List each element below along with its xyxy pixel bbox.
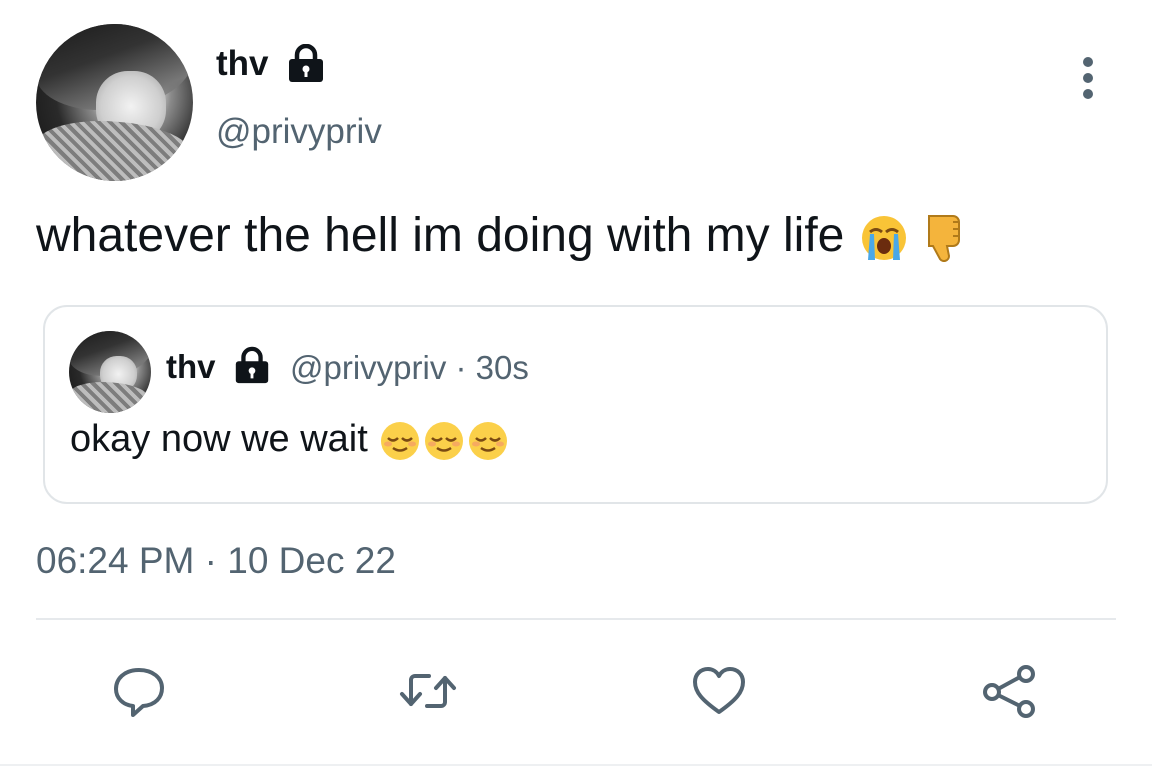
quoted-author-name: thv: [166, 348, 216, 385]
heart-icon: [693, 667, 745, 714]
quoted-tweet-text: okay now we wait: [70, 418, 510, 463]
thumbs-down-emoji-icon: [928, 215, 961, 263]
share-button[interactable]: [978, 660, 1040, 722]
relieved-face-emoji-icon: [425, 421, 464, 460]
relieved-face-emoji-icon: [381, 421, 420, 460]
quoted-tweet-card[interactable]: [43, 305, 1108, 504]
lock-icon: [289, 44, 323, 82]
reply-icon: [114, 668, 164, 717]
relieved-face-emoji-icon: [469, 421, 508, 460]
tweet-text-content: whatever the hell im doing with my life: [36, 209, 845, 262]
author-handle[interactable]: @privypriv: [216, 112, 382, 152]
bottom-divider: [0, 764, 1152, 766]
loudly-crying-face-emoji-icon: [861, 216, 906, 261]
retweet-icon: [400, 674, 456, 708]
retweet-button[interactable]: [397, 660, 459, 722]
reply-button[interactable]: [108, 660, 170, 722]
divider: [36, 618, 1116, 620]
like-button[interactable]: [688, 660, 750, 722]
share-icon: [983, 665, 1035, 718]
tweet-timestamp[interactable]: 06:24 PM · 10 Dec 22: [36, 540, 396, 582]
more-options-icon[interactable]: [1073, 54, 1103, 102]
author-name[interactable]: thv: [216, 44, 269, 84]
lock-icon: [235, 346, 269, 384]
tweet-text: whatever the hell im doing with my life: [36, 208, 967, 266]
quoted-author-handle-time: @privypriv · 30s: [290, 349, 529, 386]
author-avatar[interactable]: [36, 24, 193, 181]
quoted-tweet-text-content: okay now we wait: [70, 418, 368, 460]
quoted-author-avatar: [69, 331, 151, 413]
